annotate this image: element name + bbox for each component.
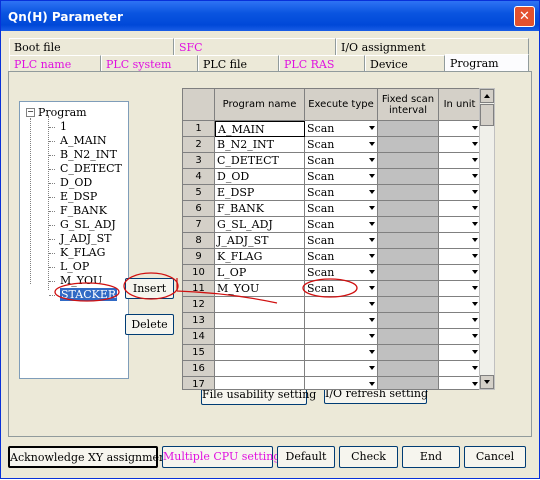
parameter-window: Qn(H) Parameter ✕ Boot file SFC I/O assi… [0, 0, 540, 479]
annotation-overlay [54, 272, 358, 304]
annotation-circle-stacker [54, 282, 120, 302]
annotation-circle-insert [123, 272, 179, 300]
annotation-arrow [176, 278, 278, 304]
annotation-circle-scan [302, 278, 358, 298]
